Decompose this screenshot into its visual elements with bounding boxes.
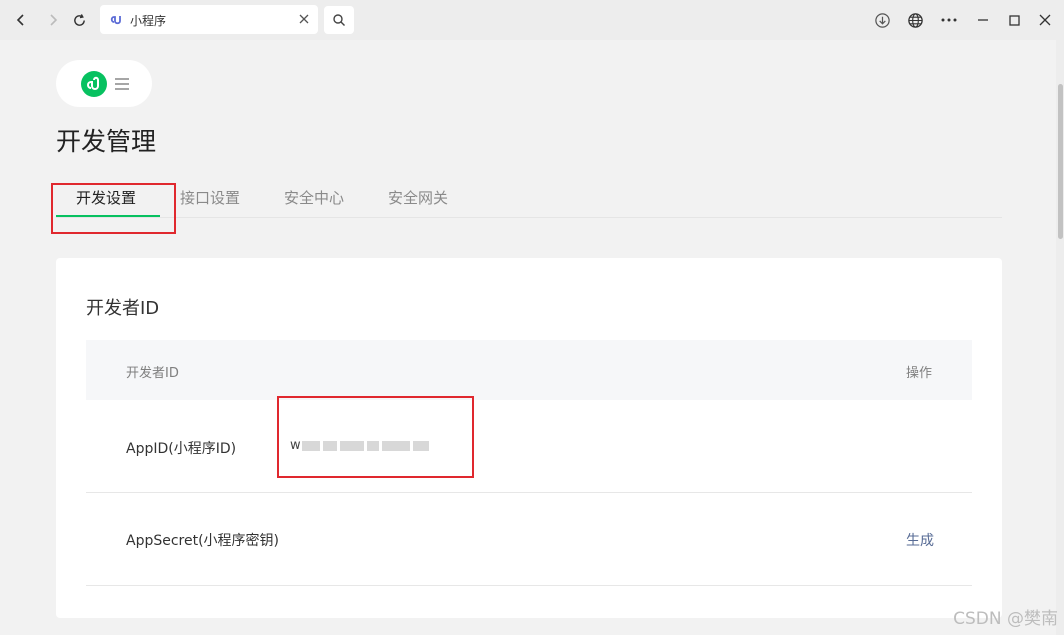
table-row: AppSecret(小程序密钥) 生成: [86, 493, 972, 586]
search-icon: [333, 14, 345, 26]
tab-api-settings[interactable]: 接口设置: [180, 187, 240, 208]
app-menu-pill[interactable]: [56, 60, 152, 107]
hamburger-menu-icon[interactable]: [115, 78, 129, 90]
forward-button[interactable]: [41, 8, 65, 32]
miniprogram-logo-icon: [81, 71, 107, 97]
more-button[interactable]: [937, 8, 961, 32]
scrollbar[interactable]: [1056, 40, 1064, 635]
refresh-icon: [73, 13, 85, 26]
watermark: CSDN @樊南: [953, 609, 1058, 629]
search-button[interactable]: [324, 6, 354, 34]
tab-bar: 开发设置 接口设置 安全中心 安全网关: [56, 180, 1002, 218]
more-icon: [941, 18, 957, 22]
browser-tab[interactable]: 小程序: [100, 5, 318, 34]
refresh-button[interactable]: [67, 8, 91, 32]
generate-secret-link[interactable]: 生成: [906, 530, 934, 550]
back-button[interactable]: [9, 8, 33, 32]
maximize-icon: [1008, 14, 1020, 26]
column-header-action: 操作: [905, 366, 932, 381]
table-row: AppID(小程序ID) w: [86, 400, 972, 493]
window-close-button[interactable]: [1033, 8, 1057, 32]
highlight-box-tab: [51, 183, 176, 234]
globe-icon: [907, 12, 923, 28]
scrollbar-thumb[interactable]: [1058, 84, 1063, 239]
maximize-button[interactable]: [1002, 8, 1026, 32]
tab-security-gateway[interactable]: 安全网关: [388, 187, 448, 208]
browser-toolbar: 小程序: [0, 0, 1064, 40]
minimize-button[interactable]: [971, 8, 995, 32]
highlight-box-appid: [277, 396, 474, 478]
download-button[interactable]: [870, 8, 894, 32]
close-icon[interactable]: [298, 13, 310, 25]
minimize-icon: [978, 19, 988, 21]
section-title: 开发者ID: [86, 298, 160, 319]
miniprogram-icon: [110, 16, 121, 25]
download-icon: [874, 12, 890, 28]
window-close-icon: [1039, 14, 1051, 26]
appsecret-label: AppSecret(小程序密钥): [126, 533, 280, 549]
tab-security-center[interactable]: 安全中心: [284, 187, 344, 208]
arrow-left-icon: [16, 14, 24, 26]
developer-id-card: 开发者ID 开发者ID 操作 AppID(小程序ID) w AppSecret(…: [56, 258, 1002, 618]
arrow-right-icon: [50, 14, 58, 26]
tab-title: 小程序: [130, 14, 167, 28]
page-title: 开发管理: [56, 127, 157, 156]
appid-label: AppID(小程序ID): [126, 441, 237, 457]
globe-button[interactable]: [903, 8, 927, 32]
table-header: 开发者ID 操作: [86, 340, 972, 400]
column-header-developer-id: 开发者ID: [126, 366, 179, 381]
